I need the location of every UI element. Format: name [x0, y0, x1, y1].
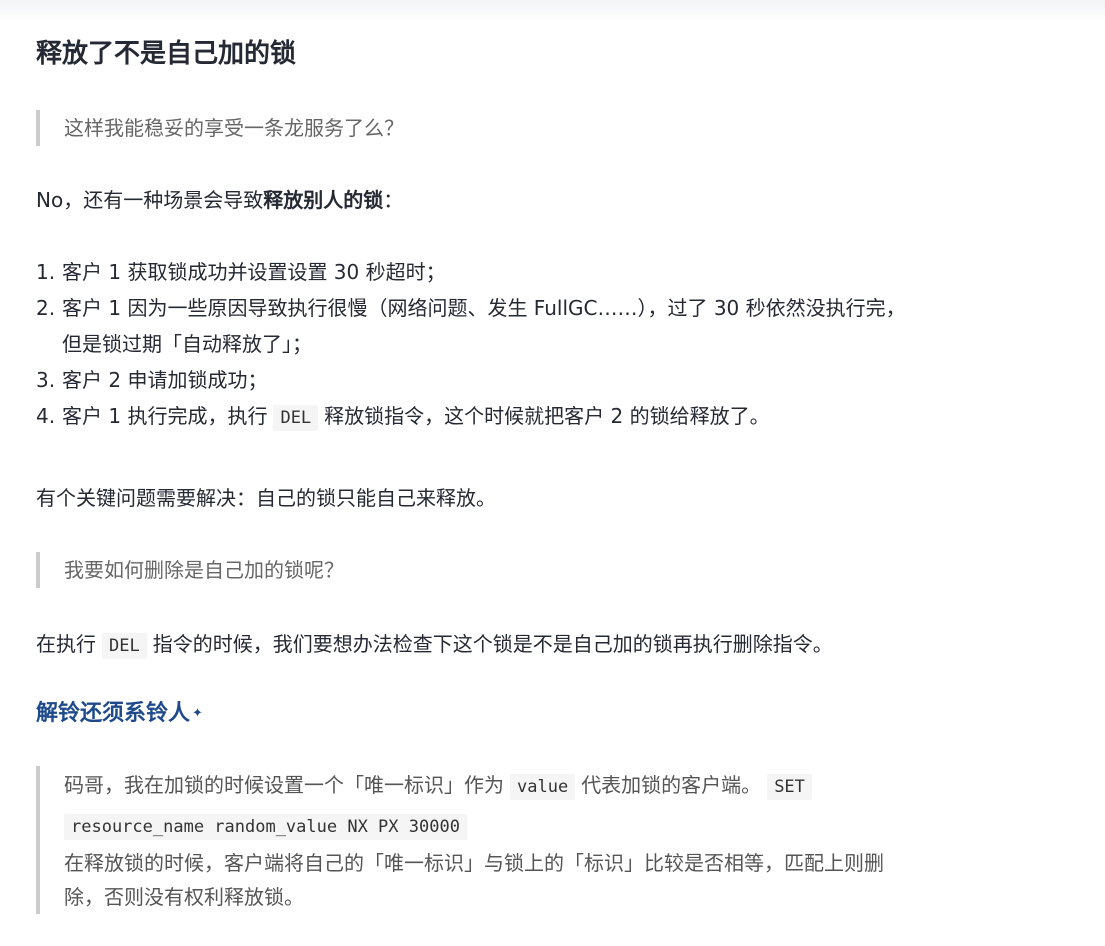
list-item: 3. 客户 2 申请加锁成功；: [36, 362, 1096, 398]
paragraph-text: ：: [383, 188, 404, 212]
list-text: 客户 2 申请加锁成功；: [62, 368, 268, 392]
list-item: 4. 客户 1 执行完成，执行 DEL 释放锁指令，这个时候就把客户 2 的锁给释放了…: [36, 398, 1096, 436]
quote-line: 在释放锁的时候，客户端将自己的「唯一标识」与锁上的「标识」比较是否相等，匹配上则…: [64, 846, 1064, 880]
paragraph-key-problem: 有个关键问题需要解决：自己的锁只能自己来释放。: [36, 480, 496, 516]
list-text: 客户 1 因为一些原因导致执行很慢（网络问题、发生 FullGC……），过了 3…: [62, 296, 906, 320]
quote-line: resource_name random_value NX PX 30000: [64, 806, 1064, 846]
inline-code-value: value: [510, 774, 576, 800]
paragraph-del-check: 在执行 DEL 指令的时候，我们要想办法检查下这个锁是不是自己加的锁再执行删除指令。: [36, 626, 833, 664]
quote-text: 我要如何删除是自己加的锁呢？: [64, 558, 344, 582]
subsection-heading-text: 解铃还须系铃人: [36, 701, 191, 726]
quote-line: 除，否则没有权利释放锁。: [64, 880, 1064, 914]
quote-text: 代表加锁的客户端。: [581, 773, 762, 797]
bold-text: 释放别人的锁: [263, 188, 384, 212]
sparkle-icon: ✦: [192, 706, 203, 721]
quote-text: 这样我能稳妥的享受一条龙服务了么？: [64, 116, 404, 140]
inline-code-set: SET: [767, 774, 812, 800]
quote-line: 码哥，我在加锁的时候设置一个「唯一标识」作为 value 代表加锁的客户端。 SET: [64, 766, 1064, 806]
list-text: 客户 1 获取锁成功并设置设置 30 秒超时；: [62, 260, 446, 284]
blockquote-solution: 码哥，我在加锁的时候设置一个「唯一标识」作为 value 代表加锁的客户端。 SET …: [36, 766, 1064, 914]
list-number: 3.: [36, 368, 56, 392]
list-number: 4.: [36, 404, 56, 428]
paragraph-text: 在执行: [36, 632, 96, 656]
list-item: 1. 客户 1 获取锁成功并设置设置 30 秒超时；: [36, 254, 1096, 290]
list-text: 客户 1 执行完成，执行: [62, 404, 268, 428]
list-text: 释放锁指令，这个时候就把客户 2 的锁给释放了。: [324, 404, 770, 428]
list-text-continued: 但是锁过期「自动释放了」；: [62, 332, 312, 356]
top-fade: [0, 0, 1105, 22]
section-heading: 释放了不是自己加的锁: [36, 39, 297, 69]
list-item: 2. 客户 1 因为一些原因导致执行很慢（网络问题、发生 FullGC……），过了…: [36, 290, 1096, 362]
inline-code-command: resource_name random_value NX PX 30000: [64, 814, 467, 840]
paragraph-text: 指令的时候，我们要想办法检查下这个锁是不是自己加的锁再执行删除指令。: [152, 632, 833, 656]
inline-code-del: DEL: [102, 633, 147, 659]
subsection-heading: 解铃还须系铃人 ✦: [36, 698, 203, 730]
paragraph-intro: No，还有一种场景会导致释放别人的锁：: [36, 182, 403, 218]
quote-text: 在释放锁的时候，客户端将自己的「唯一标识」与锁上的「标识」比较是否相等，匹配上则…: [64, 851, 884, 875]
paragraph-text: 有个关键问题需要解决：自己的锁只能自己来释放。: [36, 486, 496, 510]
blockquote-question-1: 这样我能稳妥的享受一条龙服务了么？: [36, 110, 404, 146]
blockquote-question-2: 我要如何删除是自己加的锁呢？: [36, 552, 344, 588]
list-number: 1.: [36, 260, 56, 284]
list-number: 2.: [36, 296, 56, 320]
quote-text: 除，否则没有权利释放锁。: [64, 885, 304, 909]
inline-code-del: DEL: [273, 405, 319, 431]
ordered-list: 1. 客户 1 获取锁成功并设置设置 30 秒超时； 2. 客户 1 因为一些原因导…: [36, 254, 1096, 436]
paragraph-text: No，还有一种场景会导致: [36, 188, 264, 212]
quote-text: 码哥，我在加锁的时候设置一个「唯一标识」作为: [64, 773, 504, 797]
